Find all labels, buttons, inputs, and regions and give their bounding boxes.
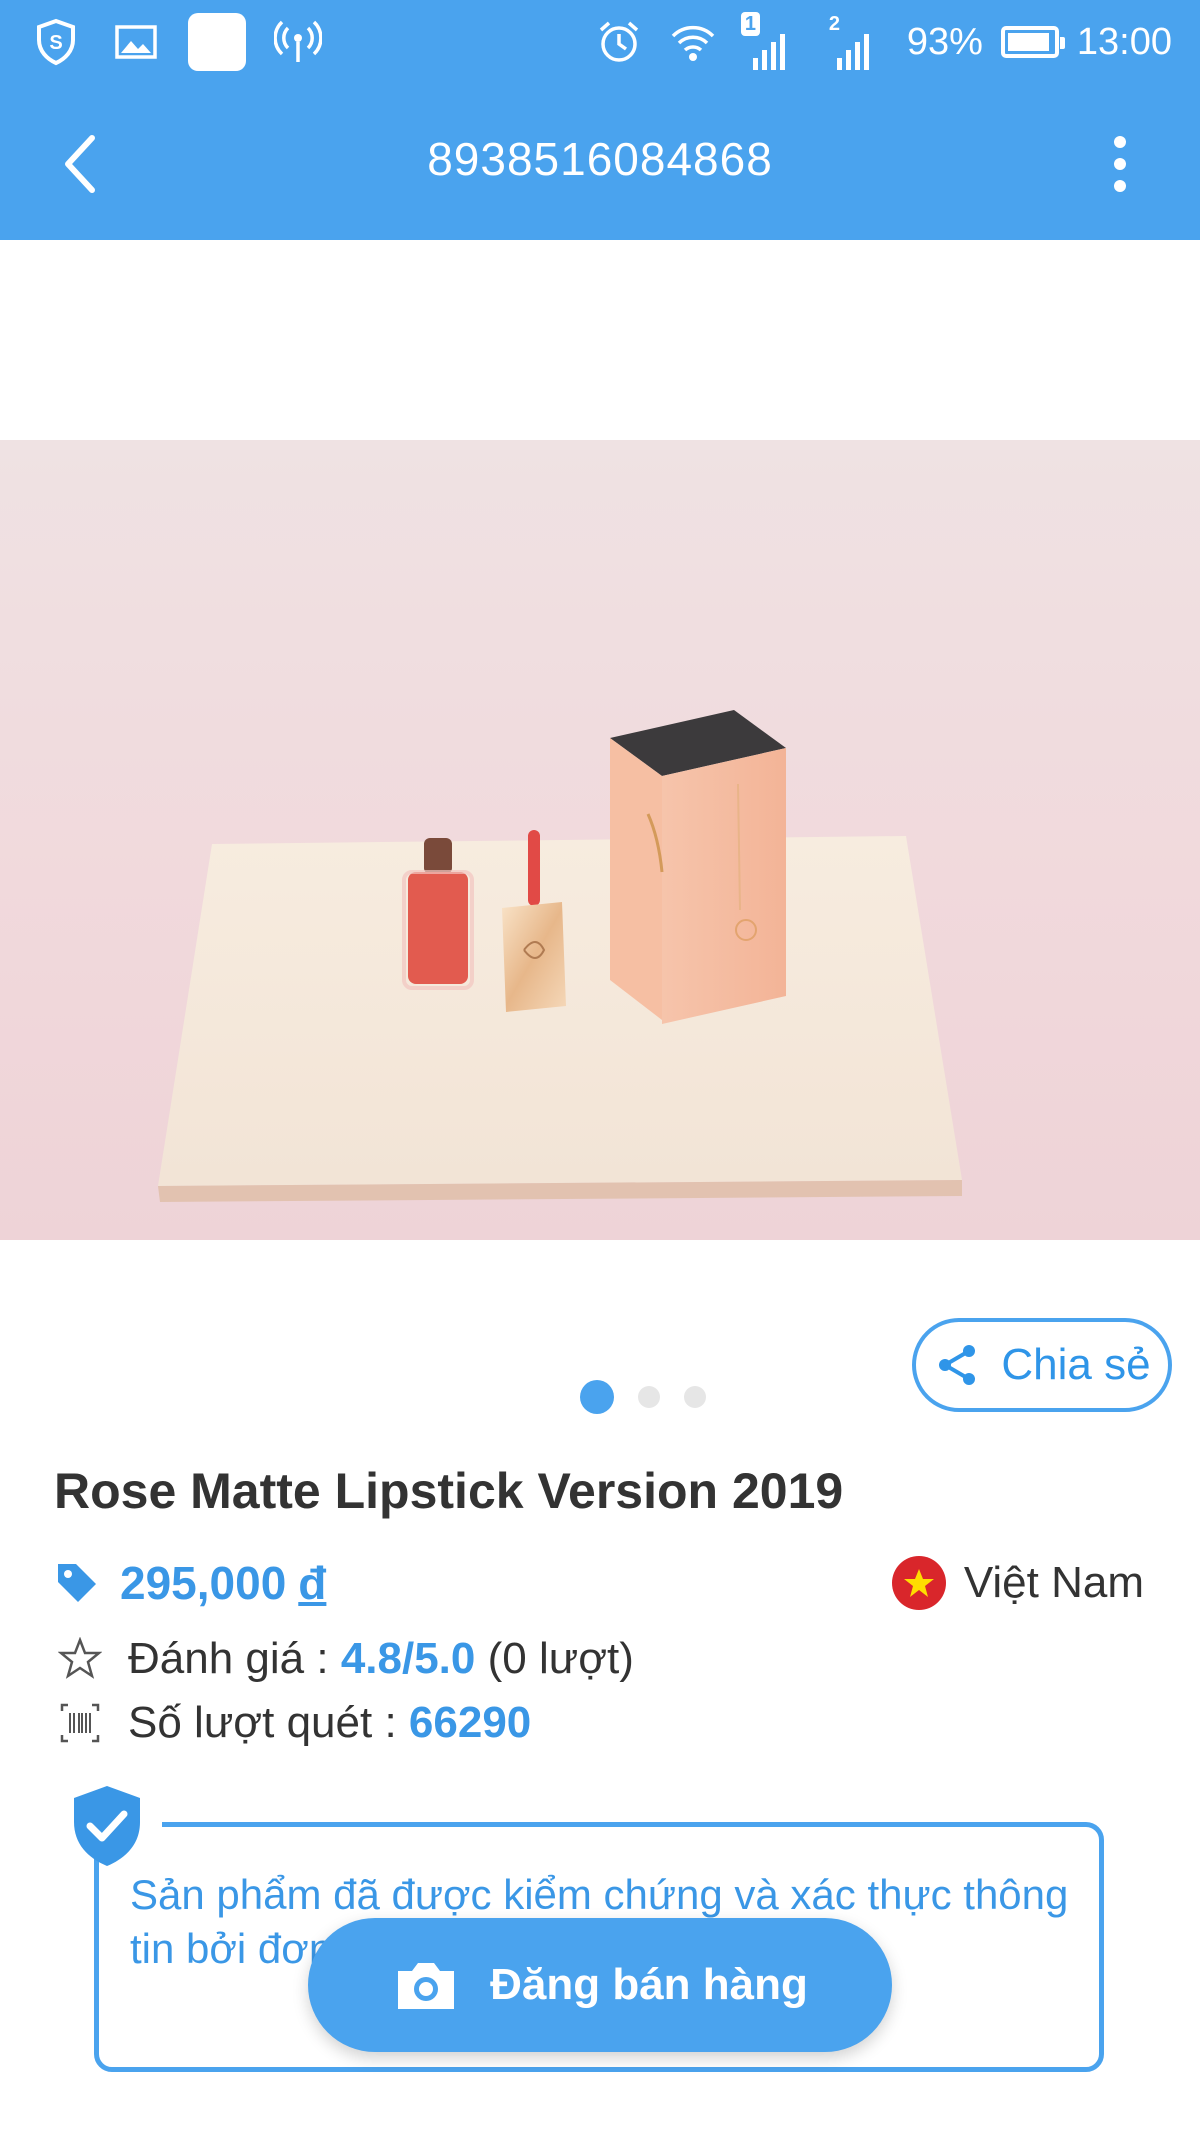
sim1-label: 1 [740,12,760,36]
post-for-sale-button[interactable]: Đăng bán hàng [308,1918,892,2052]
more-options-button[interactable] [1080,124,1160,204]
scan-count: 66290 [408,1698,532,1747]
barcode-title: 8938516084868 [427,133,773,185]
vertical-dots-icon [1114,136,1126,192]
rating-row: Đánh giá : 4.8/5.0 (0 lượt) [58,1634,634,1684]
star-outline-icon [58,1637,102,1679]
origin-country-name: Việt Nam [963,1558,1144,1607]
notification-app-icon [188,13,246,71]
scan-count-row: Số lượt quét : 66290 [58,1698,531,1748]
price-value: 295,000 [120,1557,287,1609]
share-icon [939,1345,976,1385]
battery-percent: 93% [906,20,983,63]
sim2-signal-icon: 2 [823,13,889,70]
vietnam-flag-icon [891,1556,946,1610]
carousel-dot[interactable] [580,1380,614,1414]
battery-icon [1000,26,1065,58]
carousel-dot[interactable] [638,1386,660,1408]
sim2-label: 2 [828,13,840,35]
rating-label: Đánh giá : [128,1634,329,1683]
clock: 13:00 [1076,20,1172,63]
wifi-icon [665,14,721,70]
alarm-icon [591,14,647,70]
post-for-sale-label: Đăng bán hàng [490,1960,808,2009]
camera-icon [398,1963,455,2009]
share-button[interactable]: Chia sẻ [912,1318,1172,1412]
top-bar: S 1 2 93% 13:00 8938516084868 [0,0,1200,240]
status-bar: S 1 2 93% 13:00 [0,0,1200,84]
scan-label: Số lượt quét : [128,1698,397,1747]
product-photo-illustration [158,710,962,1202]
barcode-icon [60,1703,100,1743]
svg-text:S: S [49,32,62,54]
image-carousel-dots [580,1380,706,1414]
security-shield-icon: S [28,14,84,70]
price-currency: đ [298,1557,327,1609]
product-image[interactable] [0,440,1200,1240]
origin-country: Việt Nam [891,1556,1144,1610]
price-row: 295,000 đ [54,1556,326,1610]
carousel-dot[interactable] [684,1386,706,1408]
sim1-signal-icon: 1 [739,12,805,70]
rating-value: 4.8/5.0 [340,1634,476,1683]
verified-shield-icon [74,1786,140,1866]
tag-icon [58,1564,96,1602]
share-label: Chia sẻ [1001,1340,1151,1389]
product-name: Rose Matte Lipstick Version 2019 [54,1463,844,1519]
hotspot-icon [270,14,326,70]
product-price: 295,000 đ [120,1556,326,1610]
rating-count: (0 lượt) [487,1634,634,1683]
gallery-icon [108,14,164,70]
app-bar: 8938516084868 [0,84,1200,240]
